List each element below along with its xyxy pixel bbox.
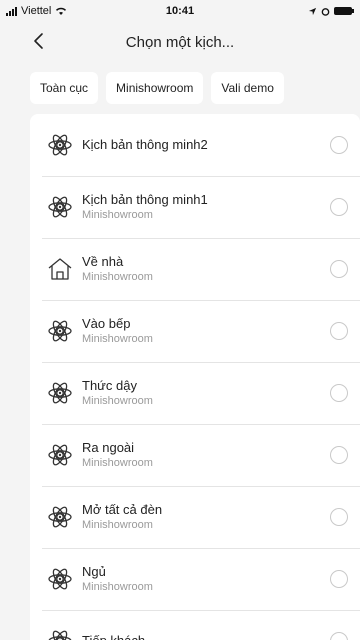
scene-radio[interactable] xyxy=(330,570,348,588)
scene-title: Vào bếp xyxy=(82,316,131,331)
scene-text: Kịch bản thông minh1 Minishowroom xyxy=(82,192,360,222)
home-icon xyxy=(46,255,74,283)
back-button[interactable] xyxy=(26,28,50,54)
scene-row[interactable]: Kịch bản thông minh1 Minishowroom xyxy=(30,176,360,238)
atom-icon xyxy=(46,441,74,469)
scene-radio[interactable] xyxy=(330,322,348,340)
scene-radio[interactable] xyxy=(330,508,348,526)
scene-radio[interactable] xyxy=(330,384,348,402)
scene-row[interactable]: Ngủ Minishowroom xyxy=(30,548,360,610)
atom-icon xyxy=(46,131,74,159)
scene-title: Thức dậy xyxy=(82,378,137,393)
tab-vali-demo[interactable]: Vali demo xyxy=(211,72,284,104)
scene-radio[interactable] xyxy=(330,136,348,154)
wifi-icon xyxy=(56,7,67,15)
alarm-icon xyxy=(321,7,330,16)
status-right xyxy=(308,7,354,16)
scene-room: Minishowroom xyxy=(82,333,153,345)
scene-text: Ngủ Minishowroom xyxy=(82,564,360,594)
scene-list: Kịch bản thông minh2 Kịch bản thông minh1… xyxy=(30,114,360,640)
scene-text: Về nhà Minishowroom xyxy=(82,254,360,284)
scene-radio[interactable] xyxy=(330,446,348,464)
scene-text: Vào bếp Minishowroom xyxy=(82,316,360,346)
atom-icon xyxy=(46,627,74,640)
scene-room: Minishowroom xyxy=(82,395,153,407)
scene-title: Ngủ xyxy=(82,564,106,579)
carrier-label: Viettel xyxy=(21,5,52,17)
scene-room: Minishowroom xyxy=(82,581,153,593)
scene-row[interactable]: Mở tất cả đèn Minishowroom xyxy=(30,486,360,548)
scene-row[interactable]: Ra ngoài Minishowroom xyxy=(30,424,360,486)
scene-row[interactable]: Vào bếp Minishowroom xyxy=(30,300,360,362)
nav-bar: Chọn một kịch... xyxy=(0,22,360,62)
scene-row[interactable]: Về nhà Minishowroom xyxy=(30,238,360,300)
scene-text: Mở tất cả đèn Minishowroom xyxy=(82,502,360,532)
scene-text: Tiếp khách xyxy=(82,633,360,640)
tab-global[interactable]: Toàn cục xyxy=(30,72,99,104)
status-left: Viettel xyxy=(6,5,67,17)
atom-icon xyxy=(46,503,74,531)
atom-icon xyxy=(46,317,74,345)
scene-row[interactable]: Thức dậy Minishowroom xyxy=(30,362,360,424)
location-tabs: Toàn cục Minishowroom Vali demo xyxy=(0,62,360,114)
scene-picker-screen: Viettel 10:41 Chọn một kịch... Toàn cục xyxy=(0,0,360,640)
scene-room: Minishowroom xyxy=(82,209,153,221)
location-icon xyxy=(308,7,317,15)
scene-text: Ra ngoài Minishowroom xyxy=(82,440,360,470)
chevron-left-icon xyxy=(34,33,43,49)
battery-icon xyxy=(334,7,354,15)
scene-title: Kịch bản thông minh1 xyxy=(82,192,208,207)
scene-room: Minishowroom xyxy=(82,271,153,283)
scene-title: Ra ngoài xyxy=(82,440,135,455)
tab-minishowroom[interactable]: Minishowroom xyxy=(106,72,204,104)
scene-title: Tiếp khách xyxy=(82,633,360,640)
scene-row[interactable]: Kịch bản thông minh2 xyxy=(30,114,360,176)
scene-title: Về nhà xyxy=(82,254,124,269)
scene-title: Mở tất cả đèn xyxy=(82,502,163,517)
scene-text: Kịch bản thông minh2 xyxy=(82,137,360,153)
atom-icon xyxy=(46,565,74,593)
scene-text: Thức dậy Minishowroom xyxy=(82,378,360,408)
scene-title: Kịch bản thông minh2 xyxy=(82,137,208,152)
scene-room: Minishowroom xyxy=(82,519,153,531)
atom-icon xyxy=(46,193,74,221)
scene-room: Minishowroom xyxy=(82,457,153,469)
scene-radio[interactable] xyxy=(330,198,348,216)
atom-icon xyxy=(46,379,74,407)
page-title: Chọn một kịch... xyxy=(125,33,235,51)
scene-row[interactable]: Tiếp khách xyxy=(30,610,360,640)
signal-icon xyxy=(6,6,17,16)
scene-radio[interactable] xyxy=(330,260,348,278)
status-bar: Viettel 10:41 xyxy=(0,0,360,22)
